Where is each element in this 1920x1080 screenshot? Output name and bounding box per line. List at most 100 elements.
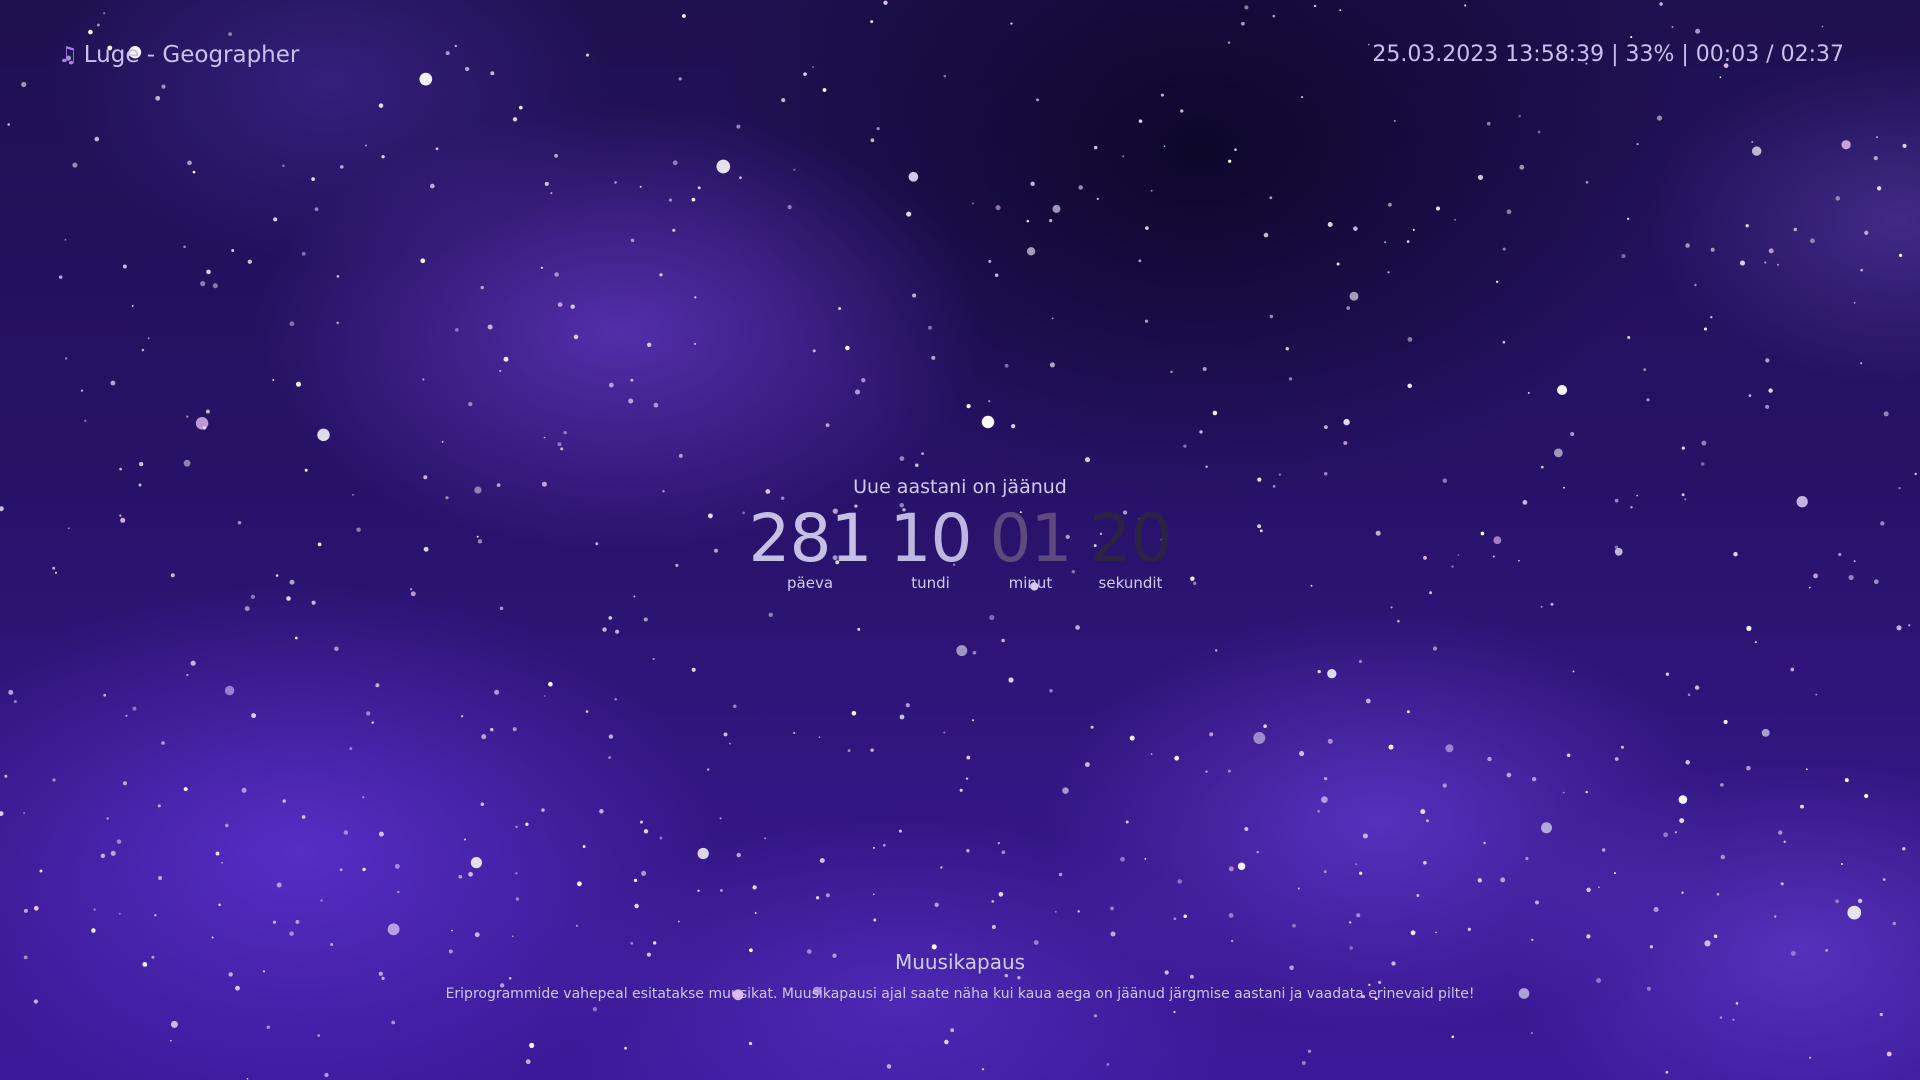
star [1234, 148, 1237, 151]
star [1120, 856, 1125, 862]
star [110, 850, 116, 856]
star [1704, 940, 1711, 947]
star [225, 823, 229, 828]
star [1093, 1014, 1098, 1018]
star [1620, 745, 1624, 749]
star [1416, 894, 1420, 897]
star [1809, 1056, 1812, 1059]
star [1483, 841, 1486, 845]
star [480, 285, 484, 290]
star [633, 878, 638, 883]
star [748, 1041, 753, 1046]
star [499, 606, 504, 611]
star [1716, 892, 1720, 896]
star [518, 105, 523, 110]
star [183, 245, 186, 249]
star [1810, 238, 1815, 244]
star [599, 809, 604, 814]
star [956, 645, 968, 657]
star [64, 357, 68, 360]
star [614, 698, 617, 701]
star [573, 334, 579, 340]
star [211, 936, 214, 939]
star [1049, 689, 1053, 693]
star [1585, 790, 1588, 794]
hours-label: tundi [911, 574, 950, 592]
star [1212, 410, 1218, 416]
star [857, 627, 861, 631]
star [1317, 809, 1320, 813]
star [966, 755, 971, 760]
star [419, 72, 433, 86]
star [1425, 819, 1429, 823]
star [608, 734, 614, 739]
star [905, 703, 910, 708]
star [1180, 109, 1184, 113]
star [1765, 358, 1770, 363]
star [1674, 831, 1677, 834]
star [1297, 887, 1300, 890]
star [1138, 119, 1143, 123]
star [1445, 744, 1454, 753]
star [1840, 863, 1843, 865]
music-break-title: Muusikapaus [894, 950, 1026, 974]
star [515, 897, 520, 901]
star [739, 176, 742, 180]
star [1307, 1049, 1312, 1053]
star [1323, 776, 1328, 781]
star [608, 382, 614, 388]
star [1768, 248, 1774, 254]
star [1301, 96, 1304, 99]
star [525, 822, 529, 826]
star [886, 1064, 892, 1069]
star [100, 853, 106, 858]
star [1454, 218, 1456, 221]
star [1739, 260, 1746, 266]
star [1860, 268, 1863, 272]
star [1336, 262, 1340, 266]
star [276, 882, 282, 888]
star [1525, 856, 1529, 861]
star [1719, 1016, 1723, 1019]
star [959, 788, 963, 792]
star [391, 1020, 396, 1025]
star [1001, 850, 1006, 855]
star [997, 841, 1000, 845]
star [543, 695, 546, 697]
star [787, 205, 792, 210]
star [1687, 693, 1691, 696]
star [23, 908, 28, 913]
star [1343, 441, 1348, 445]
star [1898, 253, 1903, 258]
star [317, 428, 330, 442]
star [1653, 907, 1659, 912]
now-playing: ♫ Luge - Geographer [58, 42, 299, 68]
star [557, 442, 562, 447]
star [633, 595, 636, 598]
countdown-seconds: 20 sekundit [1089, 500, 1172, 592]
star [131, 305, 134, 307]
star [1765, 404, 1770, 409]
star [906, 211, 912, 217]
star [1531, 1032, 1533, 1034]
star [647, 342, 652, 347]
star [966, 403, 971, 409]
star [512, 727, 517, 732]
star [1174, 755, 1180, 761]
star [1720, 854, 1726, 860]
star [88, 29, 93, 35]
star [1077, 910, 1080, 913]
star [1177, 879, 1182, 884]
star [311, 600, 316, 605]
star [1138, 259, 1142, 263]
star [1679, 818, 1685, 824]
star [511, 935, 514, 938]
star [375, 683, 380, 688]
star [950, 1028, 955, 1033]
star [1205, 770, 1208, 773]
star [729, 742, 731, 745]
star [608, 756, 612, 760]
star [343, 830, 349, 835]
star [1700, 462, 1705, 466]
star [80, 389, 84, 392]
